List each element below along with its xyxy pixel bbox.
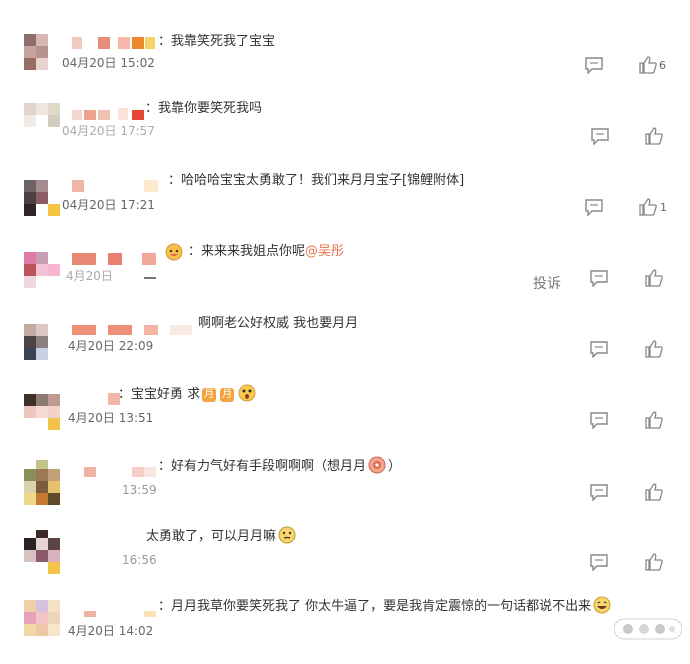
- avatar[interactable]: [24, 246, 72, 294]
- like-icon[interactable]: [644, 552, 664, 572]
- reply-icon[interactable]: [584, 56, 604, 75]
- report-link[interactable]: 投诉: [533, 273, 561, 293]
- username-mosaic[interactable]: [72, 106, 152, 120]
- moon-badge: 月: [220, 388, 235, 402]
- avatar[interactable]: [24, 318, 72, 366]
- comment-item: ：哈哈哈宝宝太勇敢了！我们来月月宝子[锦鲤附体] 04月20日 17:21 1: [0, 173, 690, 239]
- like-icon[interactable]: [638, 197, 658, 217]
- comment-time: 4月20日 13:51: [68, 411, 154, 425]
- user-mention-link[interactable]: @吴彤: [305, 244, 344, 259]
- face-emoji-icon: [368, 456, 386, 474]
- comment-item: ：来来来我姐点你呢@吴彤 4月20日 投诉: [0, 243, 690, 310]
- reply-icon[interactable]: [589, 483, 609, 502]
- laugh-emoji-icon: [593, 596, 611, 614]
- like-count: 6: [659, 59, 666, 72]
- reply-icon[interactable]: [584, 198, 604, 217]
- comment-text: 太勇敢了，可以月月嘛: [146, 526, 298, 547]
- username-mosaic[interactable]: [72, 391, 122, 405]
- username-mosaic[interactable]: [72, 249, 162, 279]
- comment-time: 4月20日 22:09: [68, 339, 154, 353]
- like-icon[interactable]: [644, 482, 664, 502]
- comment-item: ：我靠你要笑死我吗 04月20日 17:57: [0, 101, 690, 167]
- username-mosaic[interactable]: [72, 603, 162, 617]
- comment-text: ：我靠你要笑死我吗: [145, 101, 263, 116]
- avatar[interactable]: [24, 460, 72, 508]
- comment-text: ：月月我草你要笑死我了 你太牛逼了，要是我肯定震惊的一句话都说不出来: [158, 596, 613, 617]
- comment-item: ：宝宝好勇 求月月 4月20日 13:51: [0, 384, 690, 452]
- shocked-emoji-icon: [238, 384, 256, 402]
- comment-item: 啊啊老公好权威 我也要月月 4月20日 22:09: [0, 316, 690, 382]
- like-icon[interactable]: [638, 55, 658, 75]
- comment-text: ：宝宝好勇 求月月: [118, 384, 258, 405]
- comment-text: 啊啊老公好权威 我也要月月: [198, 316, 359, 331]
- reply-icon[interactable]: [590, 127, 610, 146]
- like-icon[interactable]: [644, 126, 664, 146]
- like-icon[interactable]: [644, 268, 664, 288]
- comment-time: 4月20日: [66, 269, 113, 283]
- username-mosaic[interactable]: [72, 321, 197, 335]
- avatar[interactable]: [24, 388, 72, 436]
- avatar[interactable]: [24, 600, 72, 648]
- reply-icon[interactable]: [589, 553, 609, 572]
- comment-item: ：月月我草你要笑死我了 你太牛逼了，要是我肯定震惊的一句话都说不出来 4月20日…: [0, 596, 690, 664]
- comment-time: 4月20日 14:02: [68, 624, 154, 638]
- avatar[interactable]: [24, 530, 72, 578]
- comment-text: ：好有力气好有手段啊啊啊（想月月）: [158, 456, 401, 477]
- watermark-icon: [613, 618, 683, 640]
- comment-text: ：我靠笑死我了宝宝: [158, 34, 276, 49]
- like-count: 1: [660, 201, 667, 214]
- smile-emoji-icon: [278, 526, 296, 544]
- comment-time: 04月20日 17:21: [62, 198, 155, 212]
- comment-text: ：来来来我姐点你呢@吴彤: [188, 244, 345, 259]
- comment-time: 16:56: [122, 553, 157, 567]
- moon-badge: 月: [202, 388, 217, 402]
- username-mosaic[interactable]: [72, 463, 162, 477]
- reply-icon[interactable]: [589, 269, 609, 288]
- comment-item: 太勇敢了，可以月月嘛 16:56: [0, 526, 690, 594]
- username-mosaic[interactable]: [72, 178, 162, 192]
- comment-item: ：我靠笑死我了宝宝 04月20日 15:02 6: [0, 34, 690, 98]
- reply-icon[interactable]: [589, 411, 609, 430]
- comment-time: 13:59: [122, 483, 157, 497]
- comment-item: ：好有力气好有手段啊啊啊（想月月） 13:59: [0, 456, 690, 524]
- comment-time: 04月20日 17:57: [62, 124, 155, 138]
- cheer-emoji-icon: [165, 243, 183, 261]
- username-mosaic[interactable]: [72, 37, 162, 51]
- comment-time: 04月20日 15:02: [62, 56, 155, 70]
- comment-text: ：哈哈哈宝宝太勇敢了！我们来月月宝子[锦鲤附体]: [168, 173, 465, 188]
- like-icon[interactable]: [644, 410, 664, 430]
- like-icon[interactable]: [644, 339, 664, 359]
- reply-icon[interactable]: [589, 340, 609, 359]
